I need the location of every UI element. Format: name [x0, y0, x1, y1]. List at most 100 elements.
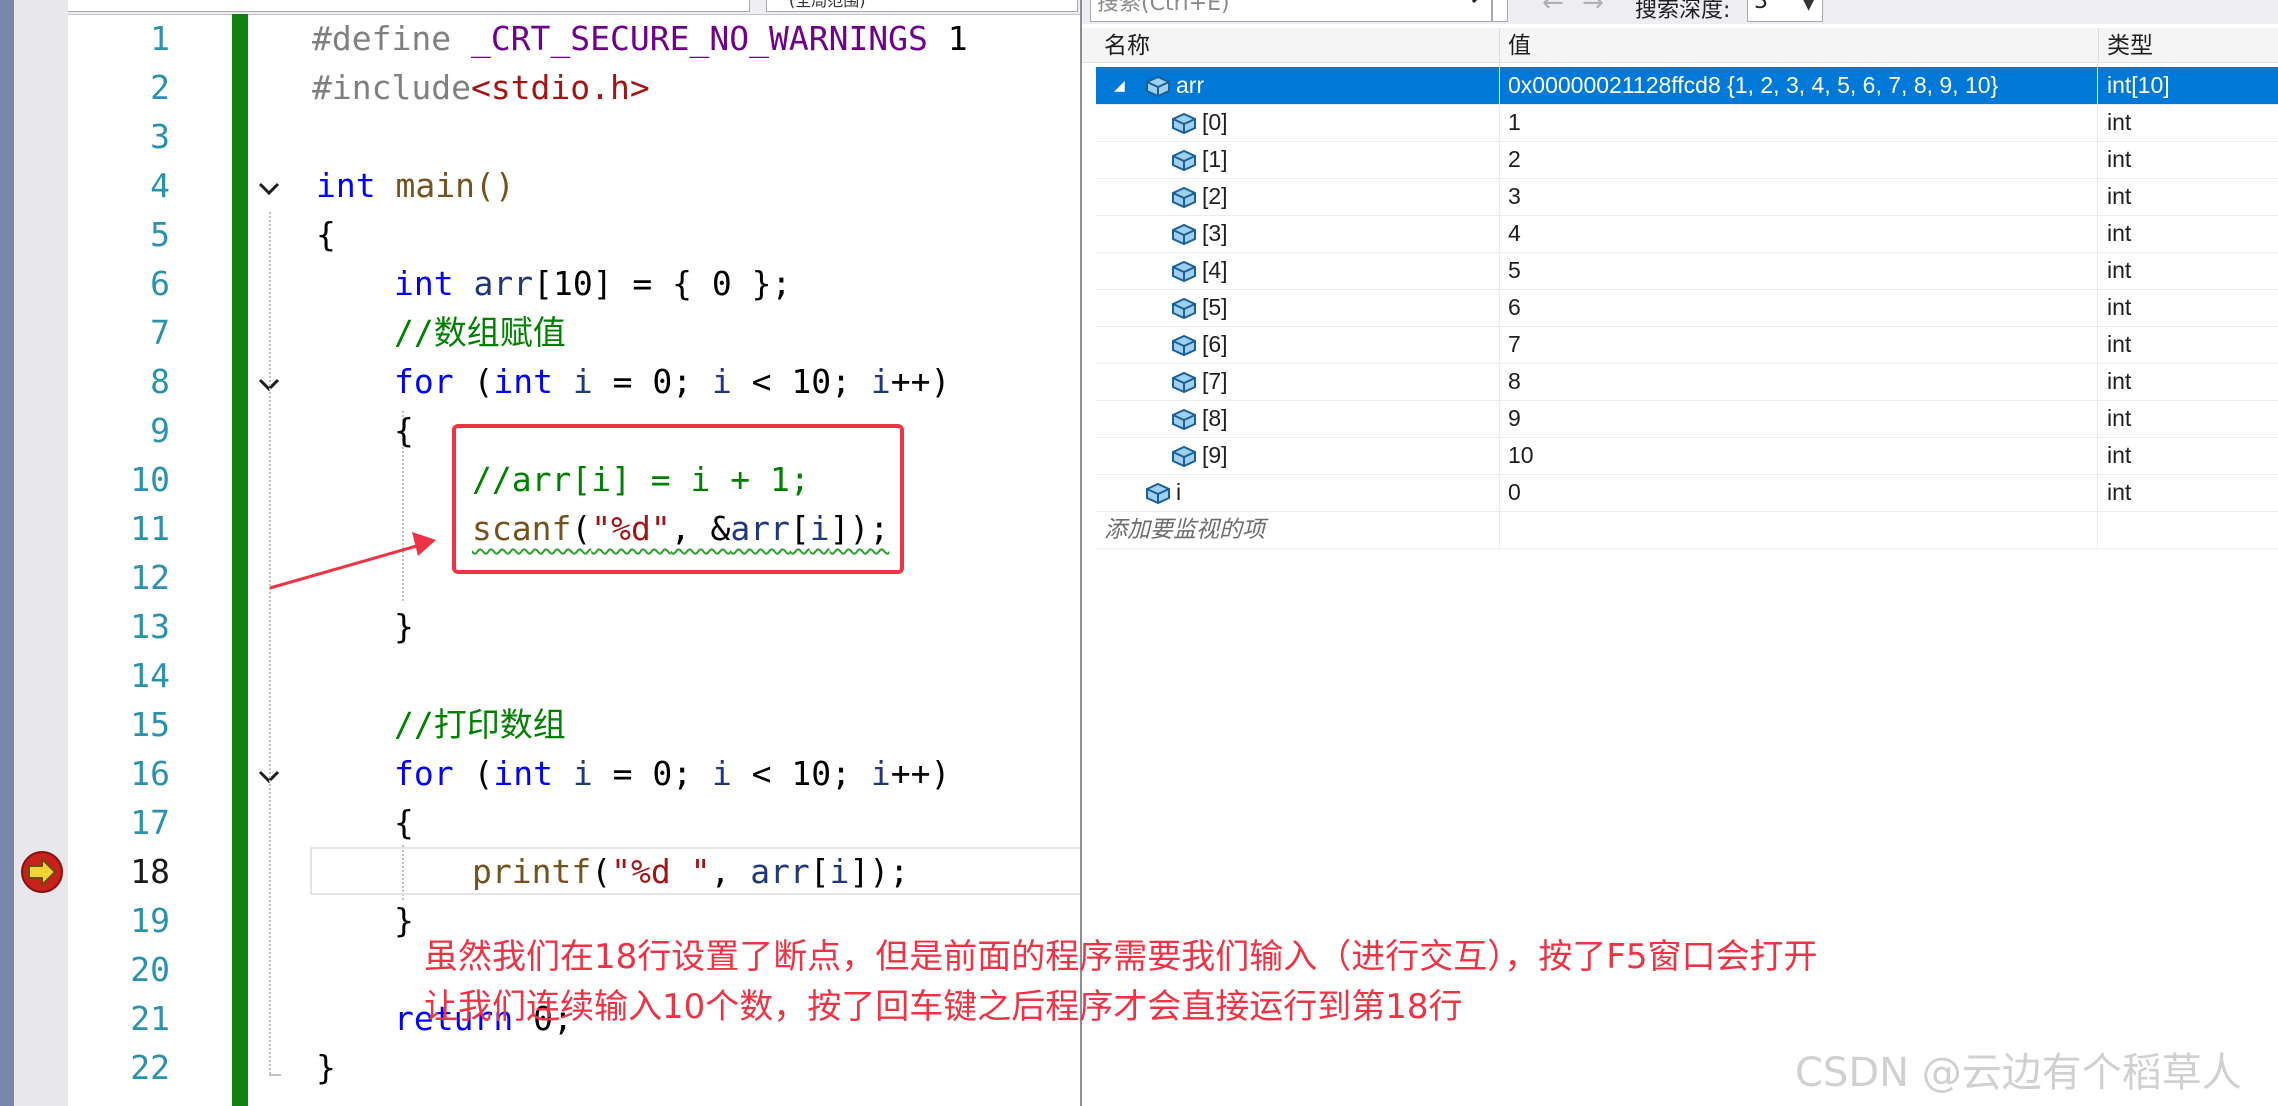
annotation-line-2: 让我们连续输入10个数，按了回车键之后程序才会直接运行到第18行 — [424, 987, 1463, 1027]
line-number: 5 — [150, 215, 170, 254]
watch-type-cell — [2099, 511, 2278, 548]
watch-row-element[interactable]: [5] 6 int — [1096, 289, 2278, 327]
watch-type-cell: int — [2107, 146, 2132, 172]
line-number: 3 — [150, 117, 170, 156]
line-number: 10 — [130, 460, 170, 499]
line-number: 16 — [130, 754, 170, 793]
line-number: 15 — [130, 705, 170, 744]
watch-type-cell: int — [2107, 479, 2132, 505]
column-header-name[interactable]: 名称 — [1096, 28, 1500, 62]
variable-icon — [1172, 445, 1196, 468]
search-forward-icon[interactable]: → — [1582, 0, 1604, 18]
code-line-7: //数组赋值 — [394, 313, 566, 352]
watch-row-i[interactable]: i 0 int — [1096, 474, 2278, 512]
watch-type-cell: int — [2107, 442, 2132, 468]
watch-row-element[interactable]: [6] 7 int — [1096, 326, 2278, 364]
line-number: 7 — [150, 313, 170, 352]
breakpoint-current-line-icon[interactable] — [20, 850, 64, 894]
line-number: 17 — [130, 803, 170, 842]
watch-toolbar: 搜索(Ctrl+E) ← → 搜索深度: 3 ▼ — [1082, 0, 2278, 24]
watch-value-cell[interactable]: 3 — [1500, 178, 2098, 215]
line-number: 2 — [150, 68, 170, 107]
column-header-type[interactable]: 类型 — [2099, 28, 2278, 62]
code-line-2: #include<stdio.h> — [312, 68, 650, 107]
variable-icon — [1172, 334, 1196, 357]
line-number: 14 — [130, 656, 170, 695]
search-placeholder: 搜索(Ctrl+E) — [1097, 0, 1230, 16]
watch-value-cell[interactable]: 0x00000021128ffcd8 {1, 2, 3, 4, 5, 6, 7,… — [1500, 67, 2098, 104]
line-number: 11 — [130, 509, 170, 548]
search-icon[interactable] — [1471, 0, 1493, 5]
watch-name-cell: [8] — [1096, 400, 1500, 437]
search-back-icon[interactable]: ← — [1542, 0, 1564, 18]
code-line-9: { — [394, 411, 414, 450]
line-number: 6 — [150, 264, 170, 303]
add-watch-item[interactable]: 添加要监视的项 — [1104, 511, 1265, 548]
watch-type-cell: int — [2107, 368, 2132, 394]
watch-value-cell[interactable]: 8 — [1500, 363, 2098, 400]
code-line-5: { — [316, 215, 336, 254]
variable-icon — [1146, 75, 1170, 98]
code-line-16: for (int i = 0; i < 10; i++) — [394, 754, 951, 793]
watch-value-cell[interactable]: 6 — [1500, 289, 2098, 326]
watch-type-cell: int — [2107, 183, 2132, 209]
watch-type-cell: int — [2107, 331, 2132, 357]
watch-row-element[interactable]: [0] 1 int — [1096, 104, 2278, 142]
variable-icon — [1146, 482, 1170, 505]
watch-name-cell: [7] — [1096, 363, 1500, 400]
search-input[interactable]: 搜索(Ctrl+E) — [1090, 0, 1492, 22]
collapse-triangle-icon[interactable]: ◢ — [1114, 67, 1125, 104]
code-line-6: int arr[10] = { 0 }; — [394, 264, 792, 303]
watch-row-element[interactable]: [4] 5 int — [1096, 252, 2278, 290]
scope-combo[interactable]: (全局范围) — [766, 0, 1078, 12]
breakpoint-margin[interactable] — [14, 0, 68, 1106]
outlining-margin — [250, 14, 290, 1106]
watch-row-element[interactable]: [9] 10 int — [1096, 437, 2278, 475]
watch-type-cell: int — [2107, 220, 2132, 246]
watch-name-cell: [1] — [1096, 141, 1500, 178]
code-line-4: int main() — [316, 166, 515, 205]
watch-value-cell — [1500, 511, 2098, 548]
watch-value-cell[interactable]: 0 — [1500, 474, 2098, 511]
variable-icon — [1172, 371, 1196, 394]
watch-value-cell[interactable]: 4 — [1500, 215, 2098, 252]
watch-row-element[interactable]: [7] 8 int — [1096, 363, 2278, 401]
watch-row-element[interactable]: [2] 3 int — [1096, 178, 2278, 216]
watch-row-element[interactable]: [8] 9 int — [1096, 400, 2278, 438]
watch-type-cell: int — [2107, 109, 2132, 135]
editor-left-strip — [0, 0, 14, 1106]
watch-value-cell[interactable]: 1 — [1500, 104, 2098, 141]
watch-row-element[interactable]: [1] 2 int — [1096, 141, 2278, 179]
variable-icon — [1172, 149, 1196, 172]
highlight-box-annotation — [452, 424, 904, 574]
watch-value-cell[interactable]: 7 — [1500, 326, 2098, 363]
watch-name-cell: [6] — [1096, 326, 1500, 363]
code-line-17: { — [394, 803, 414, 842]
variable-icon — [1172, 408, 1196, 431]
line-number: 20 — [130, 950, 170, 989]
annotation-text: 虽然我们在18行设置了断点，但是前面的程序需要我们输入（进行交互），按了F5窗口… — [424, 932, 2124, 1032]
line-number-gutter: 1 2 3 4 5 6 7 8 9 10 11 12 13 14 15 16 1… — [68, 14, 170, 1092]
chevron-down-icon: ▼ — [1803, 0, 1814, 13]
watch-value-cell[interactable]: 10 — [1500, 437, 2098, 474]
project-combo[interactable] — [8, 0, 750, 12]
fold-guide-end — [269, 1074, 281, 1076]
watch-value-cell[interactable]: 9 — [1500, 400, 2098, 437]
watch-type-cell: int — [2107, 294, 2132, 320]
watch-name-cell: [3] — [1096, 215, 1500, 252]
search-depth-select[interactable]: 3 ▼ — [1747, 0, 1823, 22]
line-number: 9 — [150, 411, 170, 450]
watch-value-cell[interactable]: 5 — [1500, 252, 2098, 289]
watch-row-element[interactable]: [3] 4 int — [1096, 215, 2278, 253]
watch-value-cell[interactable]: 2 — [1500, 141, 2098, 178]
variable-icon — [1172, 112, 1196, 135]
fold-chevron-icon[interactable] — [254, 174, 284, 204]
watch-row-arr[interactable]: ◢ arr 0x00000021128ffcd8 {1, 2, 3, 4, 5,… — [1096, 67, 2278, 105]
code-line-22: } — [316, 1048, 336, 1087]
code-line-19: } — [394, 901, 414, 940]
column-header-value[interactable]: 值 — [1500, 28, 2099, 62]
search-dropdown-button[interactable] — [1492, 0, 1508, 22]
watch-row-add-item[interactable]: 添加要监视的项 — [1096, 511, 2278, 549]
watch-name-cell: [9] — [1096, 437, 1500, 474]
line-number: 19 — [130, 901, 170, 940]
